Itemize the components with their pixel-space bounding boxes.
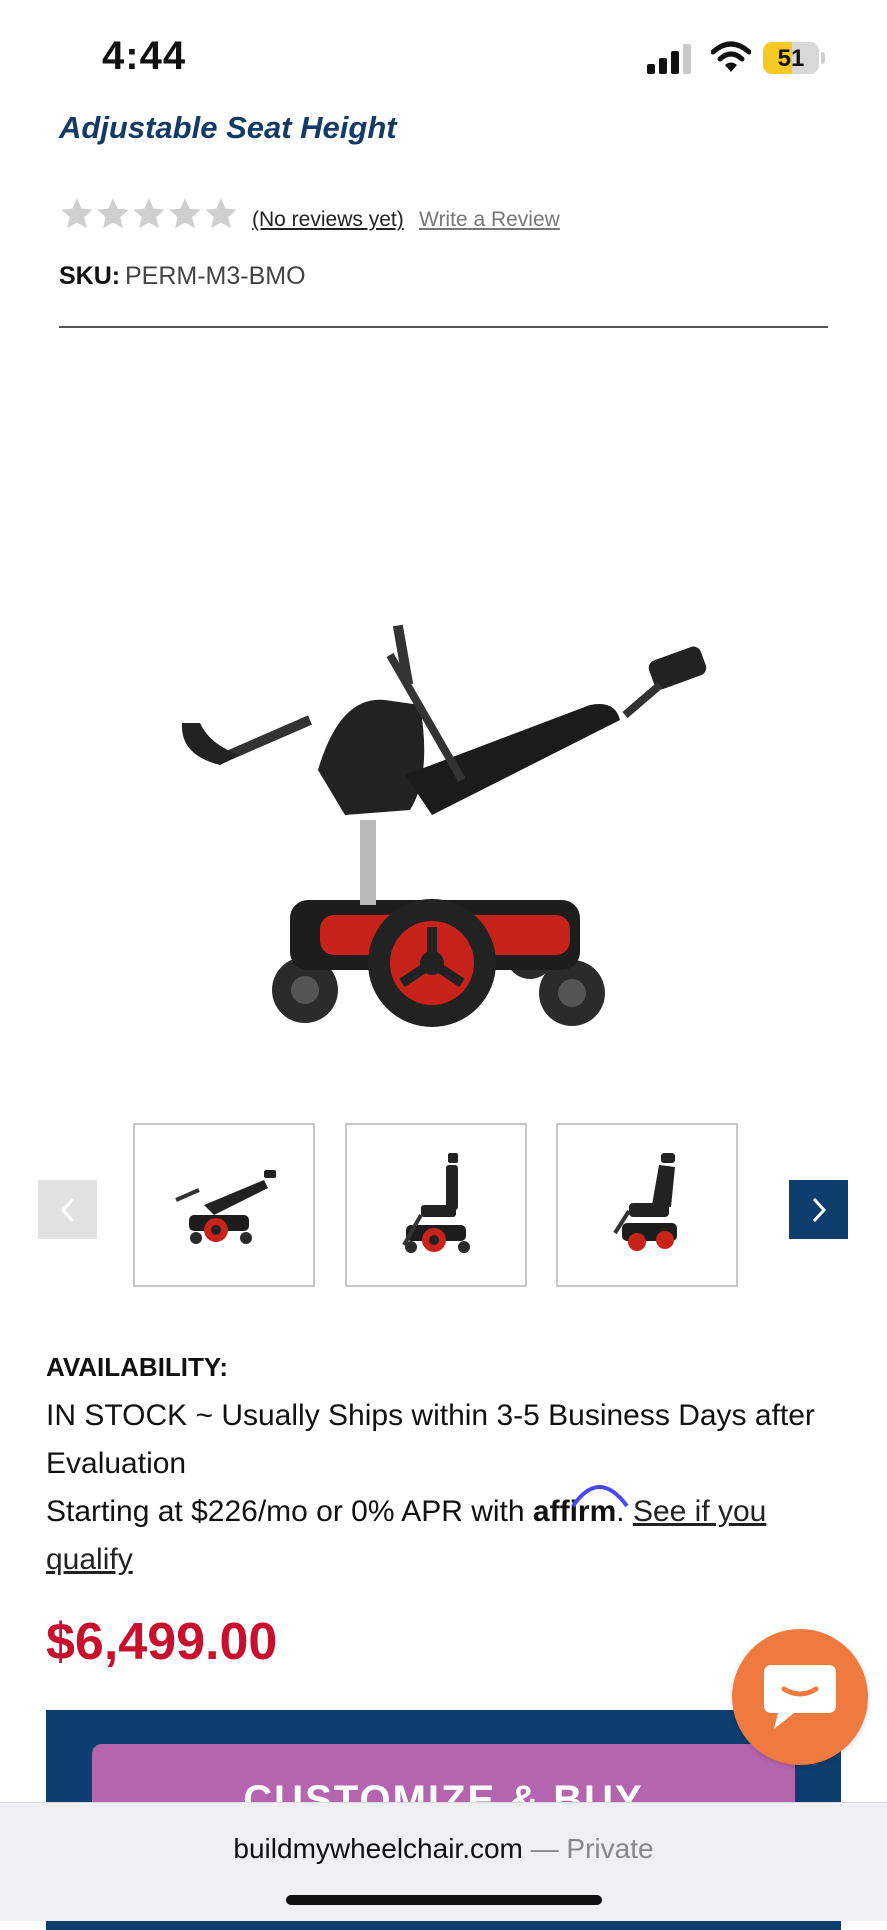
divider (59, 326, 828, 328)
wifi-icon (711, 41, 751, 72)
home-indicator[interactable] (286, 1895, 602, 1905)
url-text[interactable]: buildmywheelchair.com — Private (0, 1833, 887, 1865)
cellular-signal-icon (647, 44, 691, 74)
private-label: — Private (522, 1833, 654, 1864)
availability-text: IN STOCK ~ Usually Ships within 3-5 Busi… (46, 1399, 815, 1480)
battery-icon: 51 (763, 42, 825, 74)
thumbnail-prev-button[interactable] (38, 1180, 97, 1239)
sku-label: SKU: (59, 262, 121, 290)
battery-level: 51 (777, 45, 805, 72)
affirm-arc-icon (571, 1485, 629, 1508)
status-time: 4:44 (102, 34, 187, 78)
thumbnail-next-button[interactable] (789, 1180, 848, 1239)
star-icon (169, 198, 201, 229)
availability-label: AVAILABILITY: (46, 1352, 228, 1382)
thumbnail-1[interactable] (133, 1123, 315, 1287)
product-price: $6,499.00 (46, 1613, 278, 1671)
url-domain: buildmywheelchair.com (233, 1833, 523, 1864)
chat-button[interactable] (732, 1629, 868, 1765)
no-reviews-link[interactable]: (No reviews yet) (252, 208, 404, 232)
sku-value: PERM-M3-BMO (125, 262, 306, 290)
thumbnail-side-image (402, 1153, 470, 1253)
chevron-left-icon (60, 1197, 74, 1222)
thumbnail-2[interactable] (345, 1123, 527, 1287)
star-icon (205, 198, 237, 229)
star-icon (97, 198, 129, 229)
thumbnail-3[interactable] (556, 1123, 738, 1287)
product-image[interactable] (170, 605, 730, 1045)
chat-bubble-icon (764, 1665, 836, 1729)
affirm-logo: affirm (533, 1485, 629, 1536)
financing-text: Starting at $226/mo or 0% APR with affir… (46, 1485, 846, 1584)
browser-address-bar[interactable]: buildmywheelchair.com — Private (0, 1802, 887, 1921)
thumbnail-reclined-image (175, 1170, 276, 1244)
thumbnail-angled-image (613, 1153, 677, 1251)
financing-prefix: Starting at $226/mo or 0% APR with (46, 1495, 533, 1528)
product-subtitle: Adjustable Seat Height (59, 110, 397, 145)
rating-stars (59, 196, 239, 232)
chevron-right-icon (812, 1197, 826, 1222)
write-review-link[interactable]: Write a Review (419, 208, 560, 232)
star-icon (133, 198, 165, 229)
star-icon (61, 198, 93, 229)
